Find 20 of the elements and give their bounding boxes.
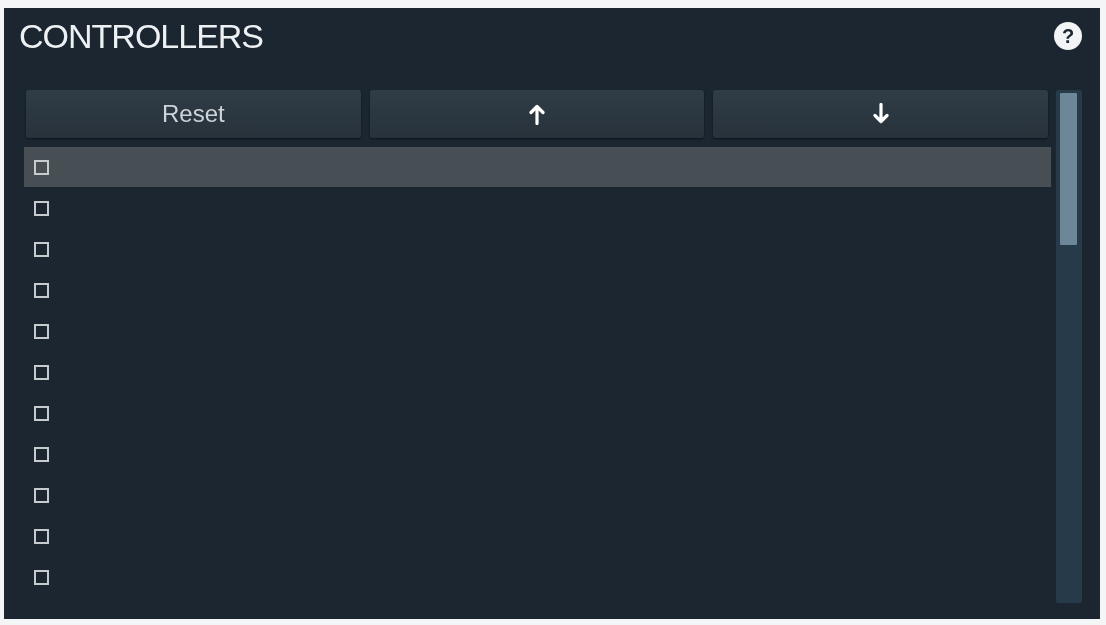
panel-title: CONTROLLERS [19, 16, 264, 56]
scrollbar-track[interactable] [1056, 90, 1082, 603]
checkbox[interactable] [34, 487, 49, 503]
checkbox[interactable] [34, 159, 49, 175]
up-arrow-icon [529, 103, 545, 125]
down-arrow-button[interactable] [713, 90, 1048, 138]
down-arrow-icon [872, 103, 889, 125]
reset-button[interactable]: Reset [26, 90, 361, 138]
checkbox[interactable] [34, 446, 49, 462]
checkbox[interactable] [34, 364, 49, 380]
checkbox[interactable] [34, 405, 49, 421]
checkbox[interactable] [34, 528, 49, 544]
help-button[interactable]: ? [1054, 22, 1082, 50]
checkbox[interactable] [34, 200, 49, 216]
checkbox[interactable] [34, 569, 49, 585]
scrollbar-thumb[interactable] [1060, 93, 1077, 245]
checkbox[interactable] [34, 323, 49, 339]
up-arrow-button[interactable] [369, 90, 705, 138]
checkbox[interactable] [34, 282, 49, 298]
checkbox[interactable] [34, 241, 49, 257]
